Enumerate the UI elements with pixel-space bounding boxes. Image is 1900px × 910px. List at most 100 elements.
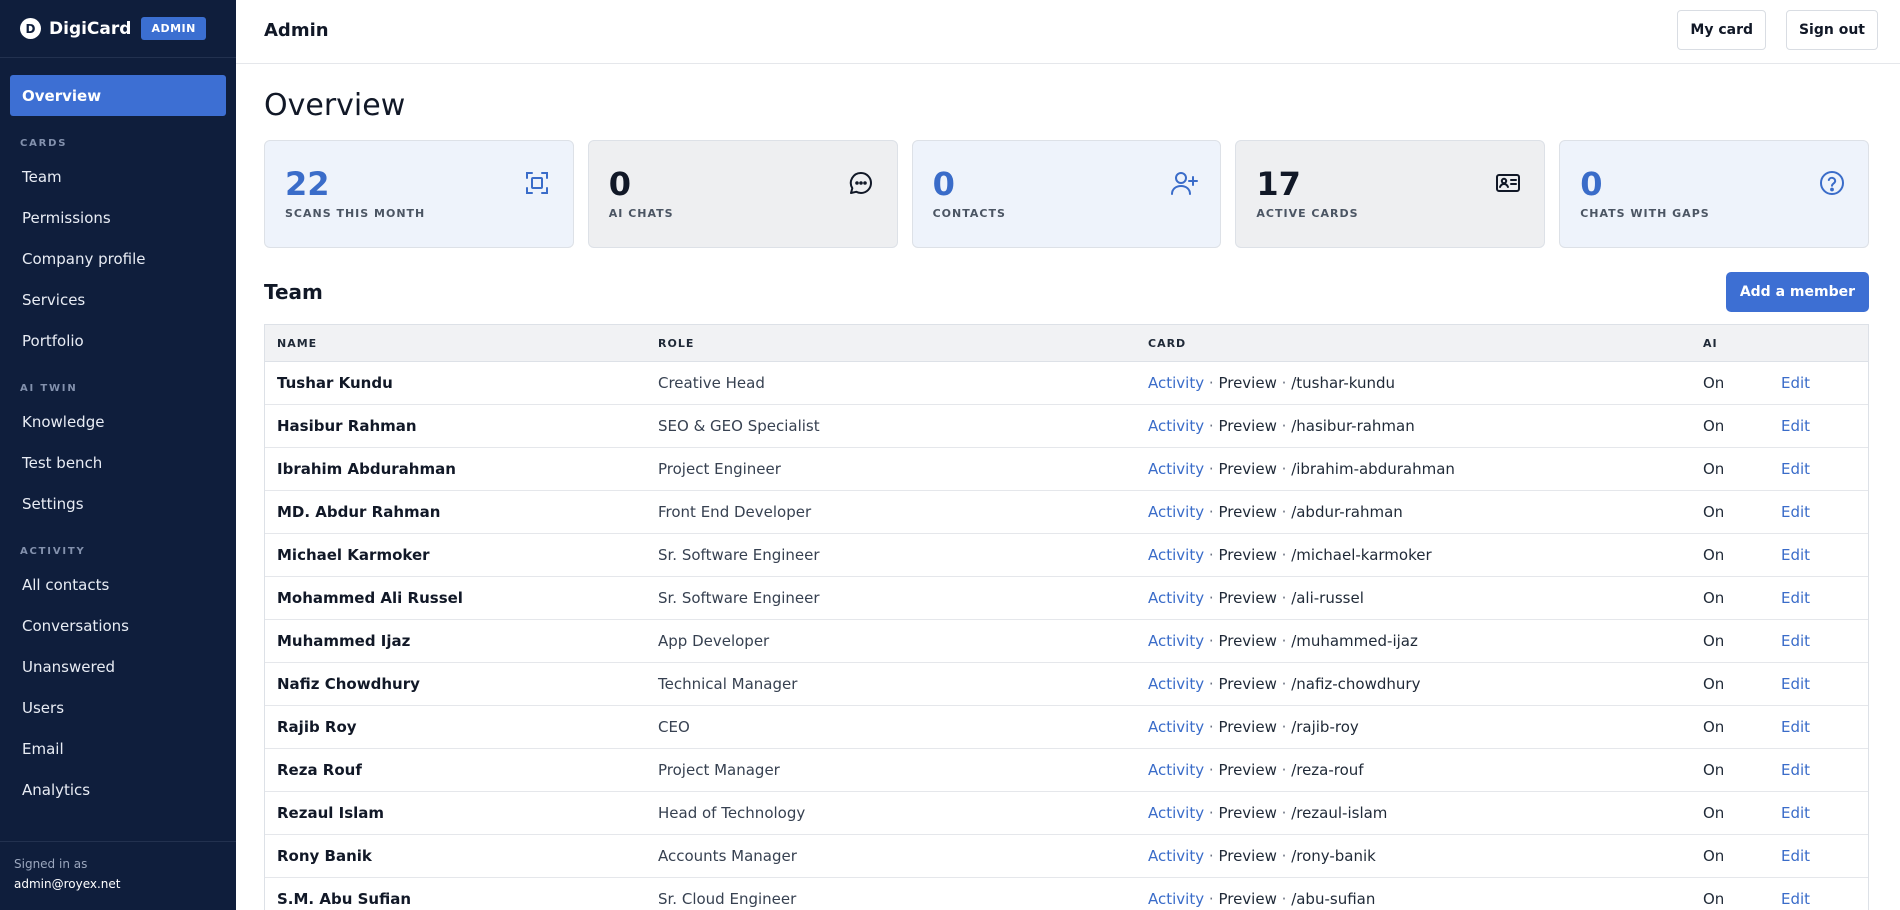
preview-link[interactable]: Preview [1218,417,1276,435]
activity-link[interactable]: Activity [1148,675,1204,693]
edit-link[interactable]: Edit [1781,460,1810,478]
sidebar-item-settings[interactable]: Settings [10,483,226,524]
edit-link[interactable]: Edit [1781,847,1810,865]
member-name: Michael Karmoker [277,546,430,564]
activity-link[interactable]: Activity [1148,847,1204,865]
card-links: Activity · Preview · /hasibur-rahman [1148,417,1703,435]
activity-link[interactable]: Activity [1148,417,1204,435]
member-role: Sr. Cloud Engineer [658,890,797,908]
activity-link[interactable]: Activity [1148,804,1204,822]
member-name: S.M. Abu Sufian [277,890,411,908]
edit-link[interactable]: Edit [1781,804,1810,822]
edit-link[interactable]: Edit [1781,675,1810,693]
edit-link[interactable]: Edit [1781,417,1810,435]
preview-link[interactable]: Preview [1218,761,1276,779]
sidebar-item-test-bench[interactable]: Test bench [10,442,226,483]
stat-card-active-cards[interactable]: 17 ACTIVE CARDS [1235,140,1546,248]
card-links: Activity · Preview · /ali-russel [1148,589,1703,607]
preview-link[interactable]: Preview [1218,546,1276,564]
activity-link[interactable]: Activity [1148,890,1204,908]
ai-status: On [1703,374,1725,392]
stat-label: SCANS THIS MONTH [285,207,426,220]
sidebar-item-services[interactable]: Services [10,279,226,320]
stats-row: 22 SCANS THIS MONTH 0 AI CHATS 0 CONTACT… [264,140,1869,248]
card-links: Activity · Preview · /abu-sufian [1148,890,1703,908]
add-member-button[interactable]: Add a member [1725,272,1869,312]
preview-link[interactable]: Preview [1218,675,1276,693]
edit-link[interactable]: Edit [1781,890,1810,908]
edit-cell: Edit [1781,804,1868,822]
stat-value: 17 [1256,165,1301,203]
separator: · [1281,675,1287,693]
sidebar-item-conversations[interactable]: Conversations [10,605,226,646]
card-slug: /abu-sufian [1291,890,1376,908]
edit-link[interactable]: Edit [1781,546,1810,564]
activity-link[interactable]: Activity [1148,632,1204,650]
edit-cell: Edit [1781,417,1868,435]
sidebar: D DigiCard ADMIN Overview CARDS Team Per… [0,0,236,910]
sidebar-item-email[interactable]: Email [10,728,226,769]
preview-link[interactable]: Preview [1218,374,1276,392]
edit-cell: Edit [1781,847,1868,865]
edit-cell: Edit [1781,589,1868,607]
member-role: Sr. Software Engineer [658,589,820,607]
signed-in-email: admin@royex.net [14,877,121,891]
sidebar-item-team[interactable]: Team [10,156,226,197]
activity-link[interactable]: Activity [1148,546,1204,564]
admin-badge: ADMIN [141,17,206,40]
sidebar-item-overview[interactable]: Overview [10,75,226,116]
activity-link[interactable]: Activity [1148,718,1204,736]
preview-link[interactable]: Preview [1218,589,1276,607]
activity-link[interactable]: Activity [1148,374,1204,392]
edit-link[interactable]: Edit [1781,632,1810,650]
table-row: S.M. Abu Sufian Sr. Cloud Engineer Activit… [265,878,1868,910]
card-links: Activity · Preview · /nafiz-chowdhury [1148,675,1703,693]
sidebar-item-users[interactable]: Users [10,687,226,728]
sidebar-item-analytics[interactable]: Analytics [10,769,226,810]
brand[interactable]: D DigiCard ADMIN [0,0,236,58]
table-row: MD. Abdur Rahman Front End Developer Activ… [265,491,1868,534]
edit-link[interactable]: Edit [1781,374,1810,392]
card-slug: /hasibur-rahman [1291,417,1415,435]
sign-out-button[interactable]: Sign out [1785,10,1878,50]
activity-link[interactable]: Activity [1148,503,1204,521]
edit-link[interactable]: Edit [1781,718,1810,736]
ai-status: On [1703,847,1725,865]
activity-link[interactable]: Activity [1148,460,1204,478]
table-row: Nafiz Chowdhury Technical Manager Activity… [265,663,1868,706]
stat-card-ai-chats[interactable]: 0 AI CHATS [587,140,898,248]
edit-link[interactable]: Edit [1781,761,1810,779]
my-card-button[interactable]: My card [1677,10,1766,50]
preview-link[interactable]: Preview [1218,847,1276,865]
sidebar-item-permissions[interactable]: Permissions [10,197,226,238]
top-bar: Admin My card Sign out [236,0,1900,64]
sidebar-item-unanswered[interactable]: Unanswered [10,646,226,687]
preview-link[interactable]: Preview [1218,503,1276,521]
card-slug: /michael-karmoker [1291,546,1432,564]
help-circle-icon [1819,171,1844,195]
edit-link[interactable]: Edit [1781,589,1810,607]
preview-link[interactable]: Preview [1218,460,1276,478]
separator: · [1281,761,1287,779]
ai-status: On [1703,503,1725,521]
page-title: Overview [264,88,406,123]
preview-link[interactable]: Preview [1218,890,1276,908]
sidebar-item-all-contacts[interactable]: All contacts [10,564,226,605]
add-user-icon [1171,172,1199,195]
activity-link[interactable]: Activity [1148,761,1204,779]
stat-card-contacts[interactable]: 0 CONTACTS [911,140,1222,248]
separator: · [1208,847,1214,865]
activity-link[interactable]: Activity [1148,589,1204,607]
preview-link[interactable]: Preview [1218,804,1276,822]
edit-link[interactable]: Edit [1781,503,1810,521]
edit-cell: Edit [1781,890,1868,908]
preview-link[interactable]: Preview [1218,632,1276,650]
preview-link[interactable]: Preview [1218,718,1276,736]
member-role: Project Manager [658,761,780,779]
sidebar-item-knowledge[interactable]: Knowledge [10,401,226,442]
stat-card-scans[interactable]: 22 SCANS THIS MONTH [264,140,574,248]
ai-status: On [1703,417,1725,435]
stat-card-chats-with-gaps[interactable]: 0 CHATS WITH GAPS [1559,140,1869,248]
sidebar-item-company-profile[interactable]: Company profile [10,238,226,279]
sidebar-item-portfolio[interactable]: Portfolio [10,320,226,361]
